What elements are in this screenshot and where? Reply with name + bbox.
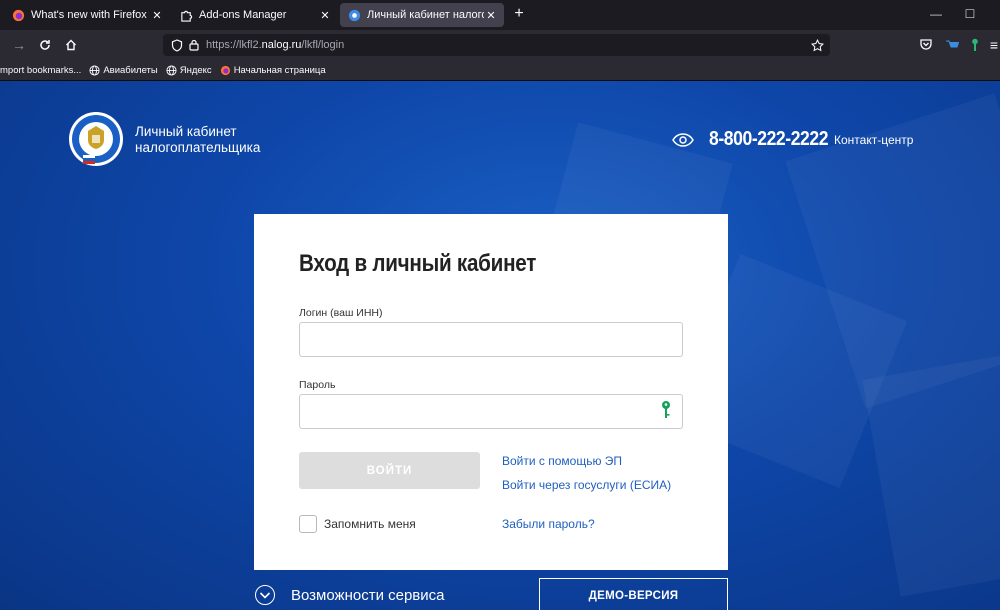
- star-icon[interactable]: [811, 38, 824, 52]
- close-icon[interactable]: ✕: [484, 9, 498, 22]
- bookmark-label: Яндекс: [179, 64, 212, 76]
- ep-login-link[interactable]: Войти с помощью ЭП: [502, 454, 622, 468]
- nav-bar: → https://lkfl2.nalog.ru/lkfl/login ≡: [0, 30, 1000, 60]
- globe-icon: [89, 64, 100, 76]
- tab-addons[interactable]: Add-ons Manager ✕: [172, 3, 338, 27]
- brand-line-1: Личный кабинет: [135, 124, 237, 139]
- login-card: Вход в личный кабинет Логин (ваш ИНН) Па…: [254, 214, 728, 570]
- firefox-icon: [12, 9, 25, 21]
- cart-icon[interactable]: [941, 35, 963, 55]
- forgot-password-link[interactable]: Забыли пароль?: [502, 517, 595, 531]
- contact-center-label[interactable]: Контакт-центр: [834, 133, 913, 147]
- password-label: Пароль: [299, 379, 336, 391]
- login-title: Вход в личный кабинет: [299, 250, 537, 277]
- tab-title: Add-ons Manager: [199, 9, 287, 21]
- new-tab-button[interactable]: +: [509, 3, 529, 27]
- eye-icon[interactable]: [672, 133, 694, 147]
- key-icon[interactable]: [660, 400, 672, 420]
- firefox-icon: [220, 65, 230, 75]
- key-extension-icon[interactable]: [964, 35, 986, 55]
- bookmark-label: Начальная страница: [233, 64, 326, 76]
- brand-title[interactable]: Личный кабинет налогоплательщика: [135, 124, 260, 156]
- shield-icon[interactable]: [171, 38, 183, 52]
- tab-title: Личный кабинет налогоплате: [367, 9, 484, 21]
- close-icon[interactable]: ✕: [318, 9, 332, 22]
- menu-icon[interactable]: ≡: [988, 35, 1000, 55]
- nalog-favicon-icon: [348, 9, 361, 21]
- page-background: Личный кабинет налогоплательщика 8-800-2…: [0, 81, 1000, 610]
- service-features-label: Возможности сервиса: [291, 586, 445, 604]
- bookmark-aviabilety[interactable]: Авиабилеты: [89, 64, 158, 76]
- login-input[interactable]: [299, 322, 683, 357]
- maximize-icon[interactable]: ☐: [950, 0, 990, 30]
- chevron-down-icon: [255, 585, 275, 605]
- background-shape: [862, 345, 1000, 597]
- bookmark-import[interactable]: mport bookmarks...: [0, 65, 81, 76]
- puzzle-icon: [181, 10, 193, 22]
- bookmarks-bar: mport bookmarks... Авиабилеты Яндекс Нач…: [0, 60, 1000, 81]
- reload-icon[interactable]: [34, 35, 56, 55]
- phone-number[interactable]: 8-800-222-2222: [709, 128, 829, 151]
- globe-icon: [166, 64, 177, 76]
- pocket-icon[interactable]: [915, 35, 937, 55]
- tab-whats-new[interactable]: What's new with Firefox - More ✕: [4, 3, 170, 27]
- esia-login-link[interactable]: Войти через госуслуги (ЕСИА): [502, 478, 671, 492]
- tab-bar: What's new with Firefox - More ✕ Add-ons…: [0, 0, 1000, 30]
- tab-title: What's new with Firefox - More: [31, 9, 150, 21]
- bookmark-yandex[interactable]: Яндекс: [166, 65, 212, 76]
- lock-icon[interactable]: [189, 39, 199, 51]
- service-features-toggle[interactable]: Возможности сервиса: [255, 585, 445, 605]
- url-text: https://lkfl2.nalog.ru/lkfl/login: [206, 39, 345, 51]
- tab-nalog[interactable]: Личный кабинет налогоплате ✕: [340, 3, 504, 27]
- bookmark-label: Авиабилеты: [103, 64, 158, 76]
- forward-icon[interactable]: →: [8, 35, 30, 55]
- brand-line-2: налогоплательщика: [135, 140, 261, 155]
- home-icon[interactable]: [60, 35, 82, 55]
- close-icon[interactable]: ✕: [150, 9, 164, 22]
- login-button[interactable]: ВОЙТИ: [299, 452, 480, 489]
- url-bar[interactable]: https://lkfl2.nalog.ru/lkfl/login: [163, 34, 830, 56]
- password-input[interactable]: [299, 394, 683, 429]
- fns-emblem-logo[interactable]: [68, 109, 124, 169]
- remember-me-label[interactable]: Запомнить меня: [324, 517, 416, 531]
- demo-version-button[interactable]: ДЕМО-ВЕРСИЯ: [539, 578, 728, 610]
- login-label: Логин (ваш ИНН): [299, 307, 383, 319]
- remember-me-checkbox[interactable]: [299, 515, 317, 533]
- bookmark-label: mport bookmarks...: [0, 64, 82, 76]
- bookmark-start-page[interactable]: Начальная страница: [220, 65, 326, 76]
